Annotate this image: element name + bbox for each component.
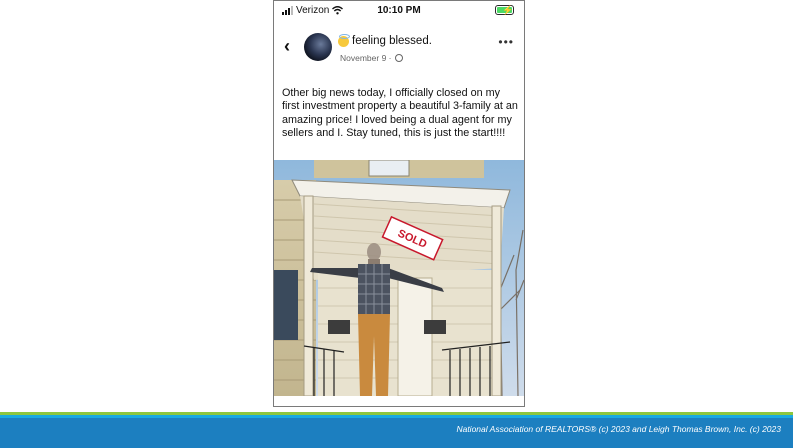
- phone-screenshot: Verizon 10:10 PM ⚡ ‹ feeling blessed. No…: [273, 0, 525, 407]
- post-body-text: Other big news today, I officially close…: [282, 87, 518, 140]
- post-header: ‹ feeling blessed. November 9 · •••: [274, 27, 524, 69]
- status-time: 10:10 PM: [377, 5, 421, 16]
- post-date[interactable]: November 9 ·: [340, 53, 392, 63]
- footer-band: National Association of REALTORS® (c) 20…: [0, 412, 793, 448]
- emoji-icon: [338, 33, 350, 47]
- post-photo[interactable]: SOLD: [274, 160, 524, 396]
- more-options-icon[interactable]: •••: [498, 35, 514, 49]
- feeling-text: feeling blessed.: [352, 35, 432, 47]
- feeling-status: feeling blessed.: [338, 33, 432, 47]
- slide: Verizon 10:10 PM ⚡ ‹ feeling blessed. No…: [0, 0, 793, 448]
- globe-icon: [394, 54, 403, 62]
- post-meta: November 9 ·: [340, 53, 403, 63]
- back-chevron-icon[interactable]: ‹: [284, 37, 290, 55]
- status-bar: Verizon 10:10 PM ⚡: [274, 1, 524, 23]
- avatar[interactable]: [304, 33, 332, 61]
- copyright-credit: National Association of REALTORS® (c) 20…: [456, 424, 781, 434]
- battery-icon: ⚡: [495, 5, 514, 15]
- porch-photo-illustration: SOLD: [274, 160, 524, 396]
